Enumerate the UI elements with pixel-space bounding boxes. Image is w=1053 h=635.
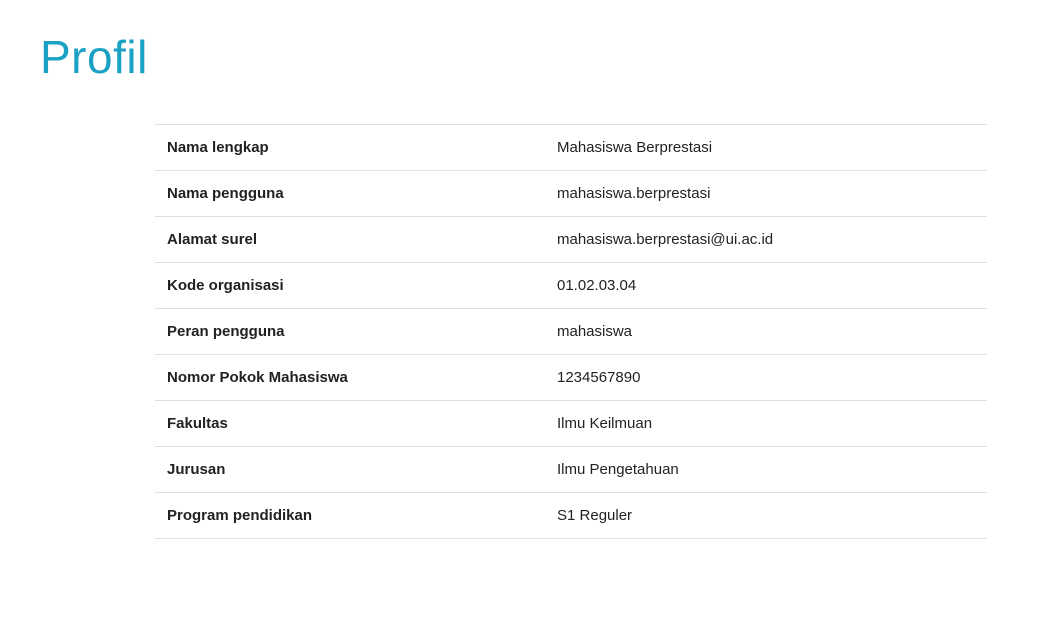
field-value: 1234567890: [545, 355, 987, 401]
field-label: Nama pengguna: [155, 171, 545, 217]
field-label: Alamat surel: [155, 217, 545, 263]
field-value: mahasiswa.berprestasi: [545, 171, 987, 217]
field-label: Jurusan: [155, 447, 545, 493]
field-value: Ilmu Keilmuan: [545, 401, 987, 447]
field-value: 01.02.03.04: [545, 263, 987, 309]
table-row: Peran pengguna mahasiswa: [155, 309, 987, 355]
table-row: Fakultas Ilmu Keilmuan: [155, 401, 987, 447]
field-value: Ilmu Pengetahuan: [545, 447, 987, 493]
profile-table: Nama lengkap Mahasiswa Berprestasi Nama …: [155, 124, 987, 539]
field-value: Mahasiswa Berprestasi: [545, 125, 987, 171]
field-value: S1 Reguler: [545, 493, 987, 539]
table-row: Alamat surel mahasiswa.berprestasi@ui.ac…: [155, 217, 987, 263]
page-title: Profil: [40, 30, 1013, 84]
field-label: Program pendidikan: [155, 493, 545, 539]
field-label: Nama lengkap: [155, 125, 545, 171]
table-row: Program pendidikan S1 Reguler: [155, 493, 987, 539]
field-label: Kode organisasi: [155, 263, 545, 309]
field-label: Fakultas: [155, 401, 545, 447]
table-row: Kode organisasi 01.02.03.04: [155, 263, 987, 309]
table-row: Nomor Pokok Mahasiswa 1234567890: [155, 355, 987, 401]
field-label: Nomor Pokok Mahasiswa: [155, 355, 545, 401]
table-row: Nama pengguna mahasiswa.berprestasi: [155, 171, 987, 217]
field-label: Peran pengguna: [155, 309, 545, 355]
table-row: Nama lengkap Mahasiswa Berprestasi: [155, 125, 987, 171]
table-row: Jurusan Ilmu Pengetahuan: [155, 447, 987, 493]
field-value: mahasiswa.berprestasi@ui.ac.id: [545, 217, 987, 263]
field-value: mahasiswa: [545, 309, 987, 355]
